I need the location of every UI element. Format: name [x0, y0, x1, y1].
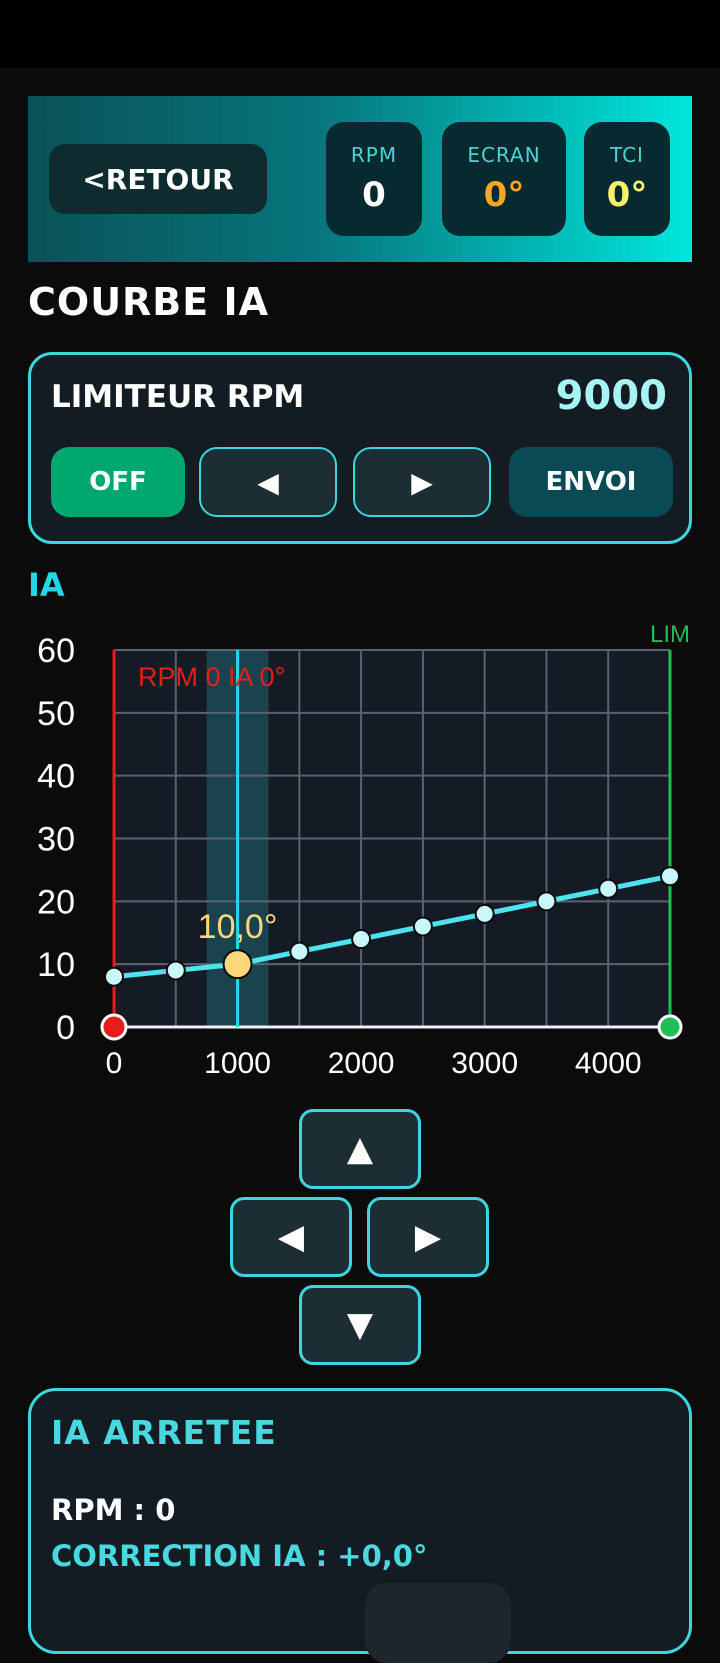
rpm-cursor-marker	[100, 1013, 128, 1041]
stat-rpm: RPM 0	[326, 122, 422, 236]
stat-ecran-value: 0°	[483, 175, 525, 215]
stat-rpm-label: RPM	[350, 143, 398, 167]
back-button[interactable]: <RETOUR	[49, 144, 267, 214]
stat-ecran: ECRAN 0°	[442, 122, 566, 236]
status-title: IA ARRETEE	[51, 1413, 277, 1452]
header-bar: <RETOUR RPM 0 ECRAN 0° TCI 0°	[28, 96, 692, 262]
x-tick-label: 2000	[328, 1047, 395, 1080]
limiter-increase-button[interactable]: ▶	[353, 447, 491, 517]
x-tick-label: 4000	[575, 1047, 642, 1080]
limiter-decrease-button[interactable]: ◀	[199, 447, 337, 517]
curve-point[interactable]	[660, 866, 680, 887]
dpad-left-button[interactable]: ◀	[230, 1197, 352, 1277]
dpad-right-button[interactable]: ▶	[367, 1197, 489, 1277]
page-title: COURBE IA	[28, 280, 270, 324]
y-tick-label: 50	[37, 695, 75, 733]
curve-point[interactable]	[104, 966, 124, 987]
y-tick-label: 10	[37, 946, 75, 984]
status-action-button[interactable]	[365, 1583, 511, 1663]
y-tick-label: 30	[37, 821, 75, 859]
limit-label: LIM	[650, 621, 690, 648]
curve-label: IA	[28, 566, 65, 604]
limiter-title: LIMITEUR RPM	[51, 379, 305, 415]
x-tick-label: 1000	[204, 1047, 271, 1080]
y-tick-label: 60	[37, 632, 75, 670]
status-card: IA ARRETEE RPM : 0 CORRECTION IA : +0,0°	[28, 1388, 692, 1663]
stat-ecran-label: ECRAN	[467, 143, 541, 167]
y-tick-label: 0	[56, 1009, 75, 1047]
stat-tci-label: TCI	[610, 143, 644, 167]
x-tick-label: 0	[106, 1047, 123, 1080]
y-tick-label: 40	[37, 758, 75, 796]
stat-rpm-value: 0	[362, 175, 386, 215]
curve-point[interactable]	[474, 903, 495, 924]
x-tick-label: 3000	[451, 1047, 518, 1080]
dpad-up-button[interactable]: ▲	[299, 1109, 421, 1189]
stat-tci-value: 0°	[606, 175, 648, 215]
rpm-cursor-label: RPM 0 IA 0°	[138, 662, 285, 692]
ia-curve-chart[interactable]: 60504030201000 1000 2000 3000 400010,0°RPM 0…	[0, 600, 720, 1080]
selected-point[interactable]	[222, 949, 253, 980]
curve-point[interactable]	[165, 960, 186, 981]
status-rpm: RPM : 0	[51, 1493, 176, 1527]
limiter-send-button[interactable]: ENVOI	[509, 447, 673, 517]
curve-point[interactable]	[536, 891, 557, 912]
status-bar	[0, 0, 720, 68]
y-tick-label: 20	[37, 883, 75, 921]
limiter-card: LIMITEUR RPM 9000 OFF ◀ ▶ ENVOI	[28, 352, 692, 544]
curve-point[interactable]	[598, 878, 619, 899]
status-correction: CORRECTION IA : +0,0°	[51, 1539, 428, 1573]
curve-point[interactable]	[289, 941, 310, 962]
selected-point-label: 10,0°	[198, 908, 278, 946]
curve-point[interactable]	[412, 916, 433, 937]
curve-point[interactable]	[351, 929, 372, 950]
stat-tci: TCI 0°	[584, 122, 670, 236]
limiter-off-button[interactable]: OFF	[51, 447, 185, 517]
dpad-down-button[interactable]: ▼	[299, 1285, 421, 1365]
limiter-value: 9000	[555, 373, 667, 419]
limit-marker	[657, 1014, 683, 1040]
